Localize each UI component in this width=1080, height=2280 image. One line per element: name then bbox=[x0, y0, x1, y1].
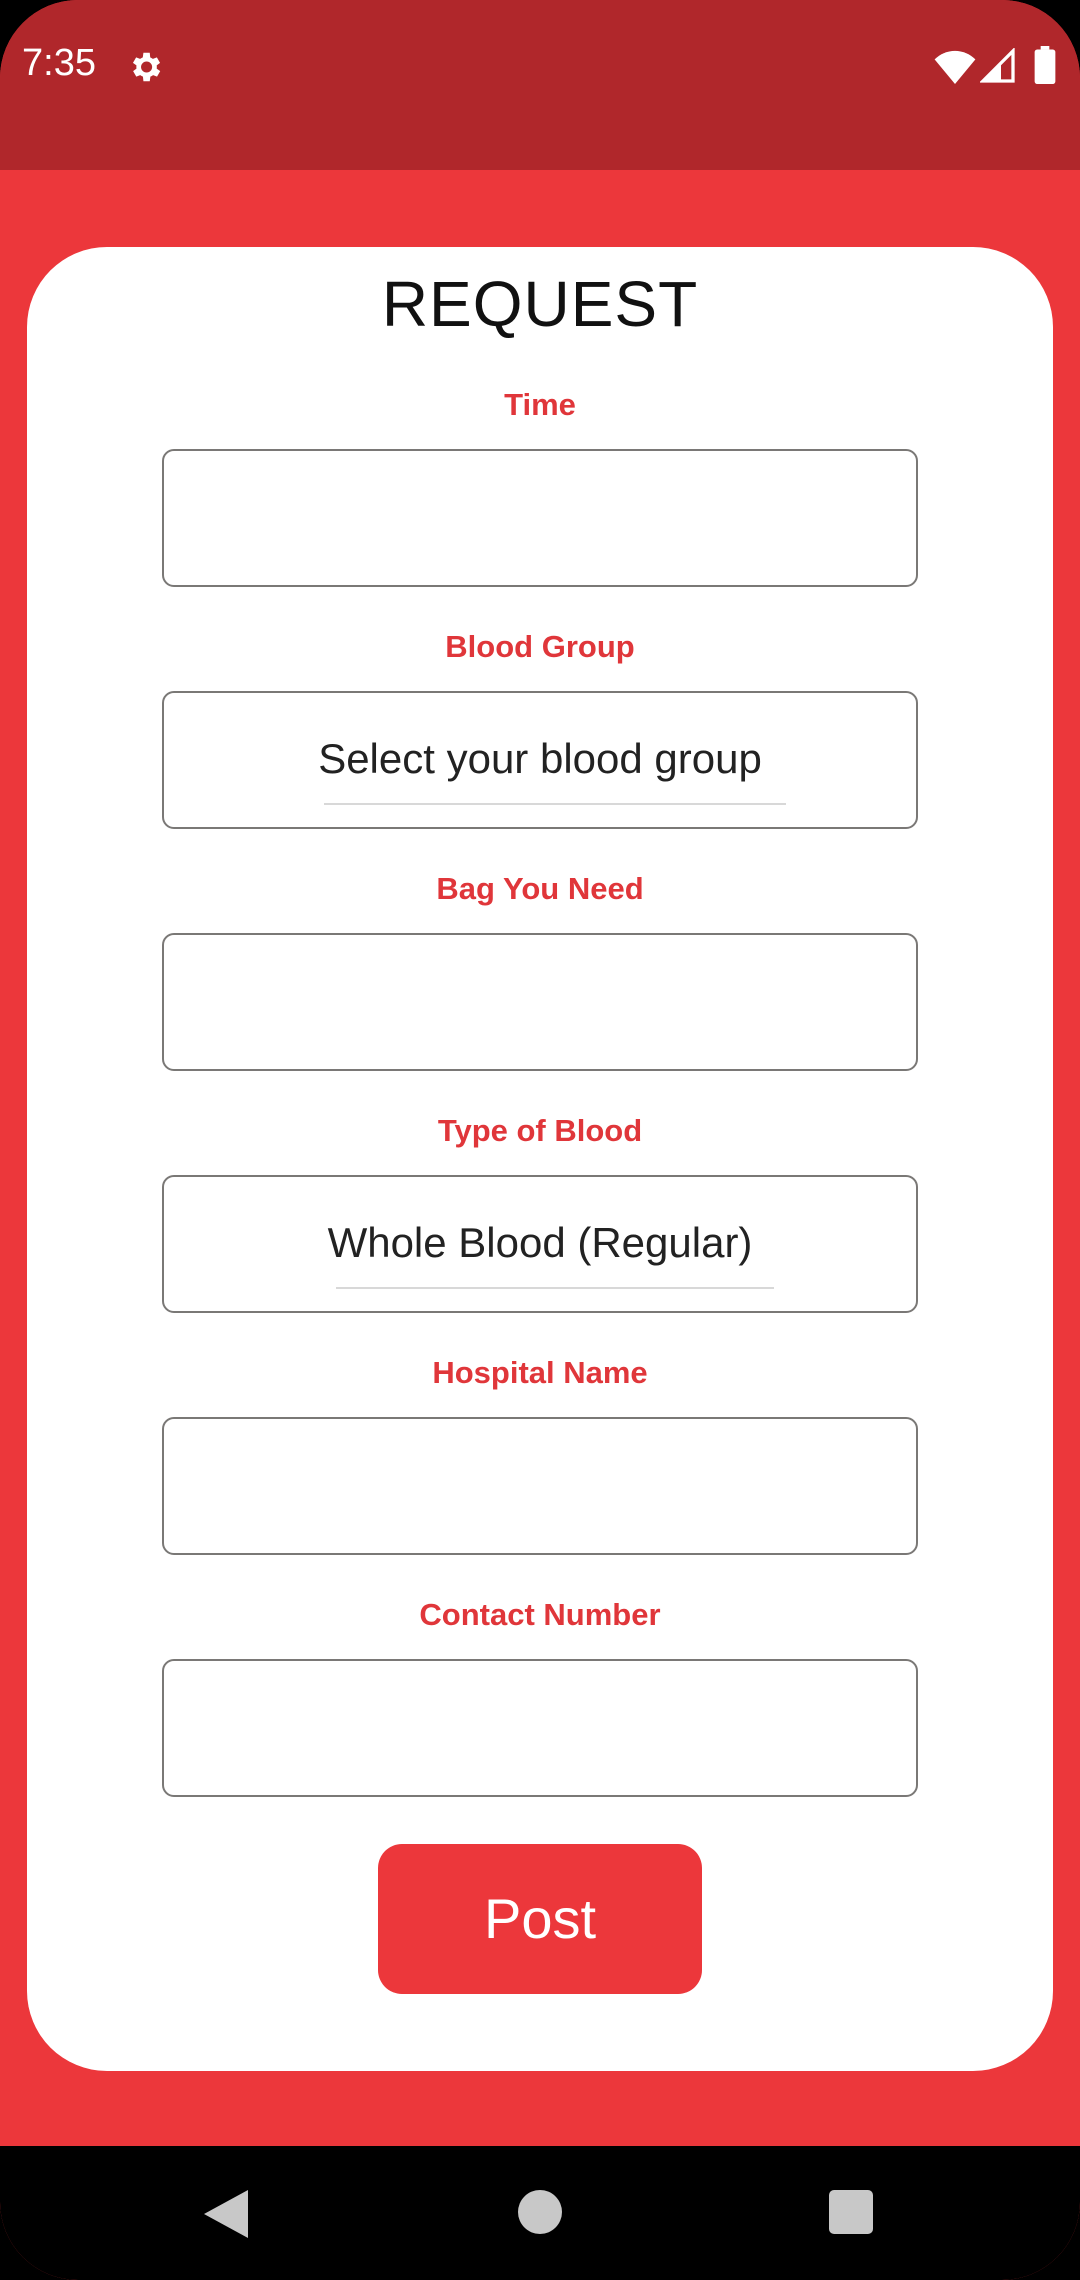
form-title: REQUEST bbox=[381, 268, 699, 340]
recents-icon[interactable] bbox=[829, 2190, 873, 2234]
time-input[interactable] bbox=[162, 449, 918, 587]
app-background: REQUEST Time Blood Group Select your blo… bbox=[0, 170, 1080, 2146]
status-time: 7:35 bbox=[22, 42, 96, 84]
hospital-name-input[interactable] bbox=[162, 1417, 918, 1555]
blood-group-label: Blood Group bbox=[445, 629, 635, 664]
status-bar: 7:35 bbox=[0, 0, 1080, 170]
battery-icon bbox=[1034, 46, 1056, 84]
signal-icon bbox=[980, 48, 1015, 83]
post-button[interactable]: Post bbox=[378, 1844, 702, 1994]
wifi-icon bbox=[934, 50, 976, 84]
dropdown-underline bbox=[336, 1287, 774, 1289]
home-icon[interactable] bbox=[518, 2190, 562, 2234]
blood-type-dropdown[interactable]: Whole Blood (Regular) bbox=[162, 1175, 918, 1313]
blood-group-value: Select your blood group bbox=[318, 735, 762, 782]
time-label: Time bbox=[504, 387, 576, 422]
settings-icon bbox=[132, 52, 161, 82]
blood-group-dropdown[interactable]: Select your blood group bbox=[162, 691, 918, 829]
blood-type-label: Type of Blood bbox=[437, 1113, 643, 1148]
bag-input[interactable] bbox=[162, 933, 918, 1071]
blood-type-value: Whole Blood (Regular) bbox=[327, 1219, 753, 1266]
bag-label: Bag You Need bbox=[436, 871, 644, 906]
back-icon[interactable] bbox=[204, 2190, 248, 2238]
contact-number-label: Contact Number bbox=[419, 1597, 661, 1632]
dropdown-underline bbox=[324, 803, 786, 805]
contact-number-input[interactable] bbox=[162, 1659, 918, 1797]
hospital-name-label: Hospital Name bbox=[432, 1355, 648, 1390]
navigation-bar bbox=[0, 2146, 1080, 2280]
request-form-card: REQUEST Time Blood Group Select your blo… bbox=[27, 247, 1053, 2071]
phone-screen: 7:35 REQUEST Time Blood Group Select you… bbox=[0, 0, 1080, 2280]
